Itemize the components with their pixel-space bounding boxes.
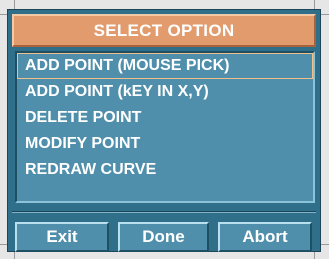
dialog-title: SELECT OPTION (12, 14, 316, 47)
option-delete-point[interactable]: DELETE POINT (17, 105, 313, 131)
option-add-point-mouse-pick[interactable]: ADD POINT (MOUSE PICK) (17, 53, 313, 79)
abort-button[interactable]: Abort (218, 222, 312, 252)
option-add-point-key-in[interactable]: ADD POINT (kEY IN X,Y) (17, 79, 313, 105)
exit-button[interactable]: Exit (15, 222, 109, 252)
button-separator (12, 211, 316, 213)
option-list[interactable]: ADD POINT (MOUSE PICK) ADD POINT (kEY IN… (15, 51, 315, 203)
select-option-dialog: SELECT OPTION ADD POINT (MOUSE PICK) ADD… (7, 9, 321, 252)
done-button[interactable]: Done (118, 222, 209, 252)
option-redraw-curve[interactable]: REDRAW CURVE (17, 157, 313, 183)
option-modify-point[interactable]: MODIFY POINT (17, 131, 313, 157)
